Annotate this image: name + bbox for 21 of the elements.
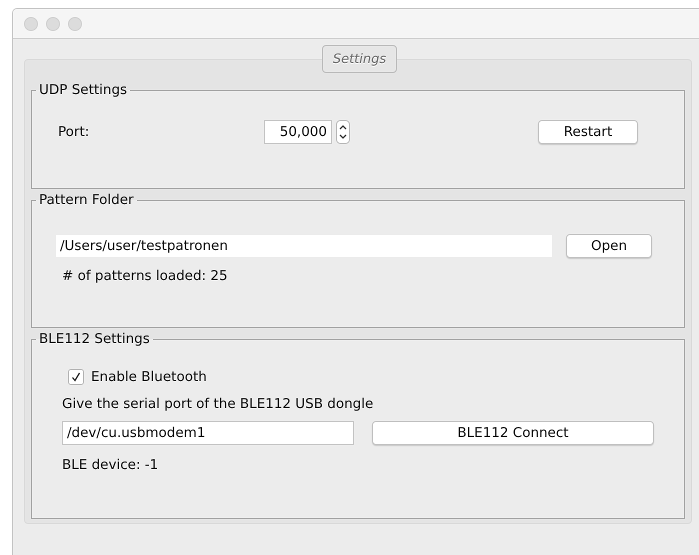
group-title: Pattern Folder [38, 192, 135, 208]
checkbox[interactable] [68, 369, 84, 385]
serial-port-field[interactable]: /dev/cu.usbmodem1 [62, 421, 354, 445]
zoom-button[interactable] [68, 16, 82, 30]
port-field[interactable]: 50,000 [264, 120, 332, 144]
restart-button[interactable]: Restart [538, 120, 638, 144]
serial-port-hint: Give the serial port of the BLE112 USB dongle [62, 396, 374, 412]
tab[interactable]: Settings [322, 45, 398, 73]
minimize-button[interactable] [46, 16, 60, 30]
open-button[interactable]: Open [566, 234, 652, 258]
folder-path-field[interactable]: /Users/user/testpatronen [56, 235, 552, 257]
patterns-loaded-text: # of patterns loaded: 25 [62, 268, 229, 284]
close-button[interactable] [24, 16, 38, 30]
check-icon [71, 372, 81, 382]
checkbox-label: Enable Bluetooth [91, 369, 207, 385]
stepper-icon[interactable] [336, 120, 350, 144]
connect-button[interactable]: BLE112 Connect [372, 421, 654, 445]
group-title: BLE112 Settings [38, 331, 151, 347]
group-title: UDP Settings [38, 82, 128, 98]
port-label: Port: [58, 124, 90, 140]
ble-device-text: BLE device: -1 [62, 457, 160, 473]
